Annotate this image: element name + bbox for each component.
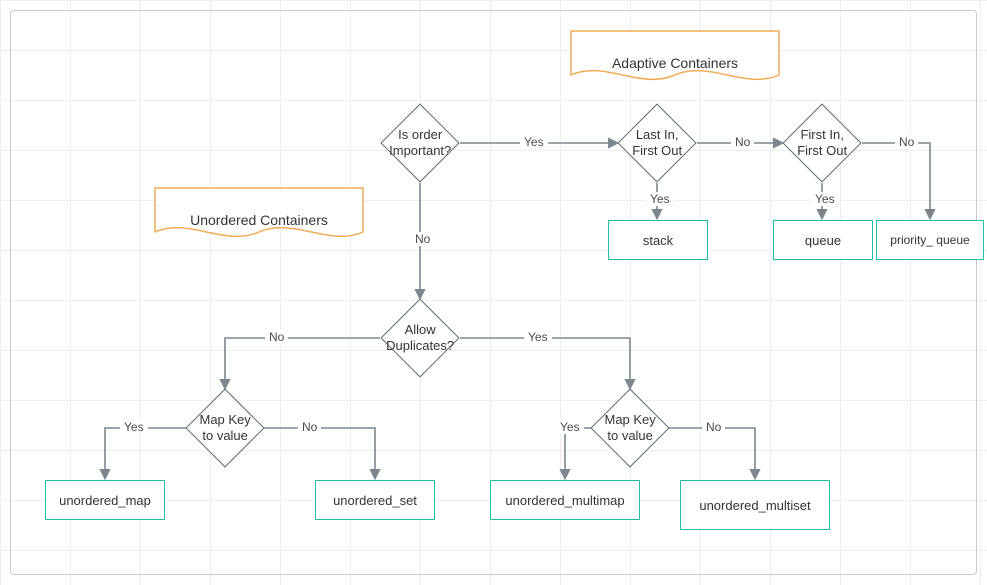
label-mapleft-yes: Yes — [120, 420, 148, 434]
header-unordered-text: Unordered Containers — [154, 187, 364, 252]
label-order-no: No — [411, 232, 434, 246]
decision-allow-duplicates: Allow Duplicates? — [380, 298, 459, 377]
header-adaptive-containers: Adaptive Containers — [570, 30, 780, 95]
label-fifo-no: No — [895, 135, 918, 149]
label-mapleft-no: No — [298, 420, 321, 434]
result-unordered-multimap: unordered_multimap — [490, 480, 640, 520]
label-dup-yes: Yes — [524, 330, 552, 344]
label-mapright-no: No — [702, 420, 725, 434]
label-order-yes: Yes — [520, 135, 548, 149]
result-priority-queue: priority_ queue — [876, 220, 984, 260]
result-unordered-multiset: unordered_multiset — [680, 480, 830, 530]
result-unordered-map: unordered_map — [45, 480, 165, 520]
result-queue: queue — [773, 220, 873, 260]
label-lifo-yes: Yes — [646, 192, 674, 206]
result-stack: stack — [608, 220, 708, 260]
header-adaptive-text: Adaptive Containers — [570, 30, 780, 95]
label-mapright-yes: Yes — [556, 420, 584, 434]
label-dup-no: No — [265, 330, 288, 344]
header-unordered-containers: Unordered Containers — [154, 187, 364, 252]
decision-is-order-important: Is order Important? — [380, 103, 459, 182]
label-fifo-yes: Yes — [811, 192, 839, 206]
label-lifo-no: No — [731, 135, 754, 149]
result-unordered-set: unordered_set — [315, 480, 435, 520]
